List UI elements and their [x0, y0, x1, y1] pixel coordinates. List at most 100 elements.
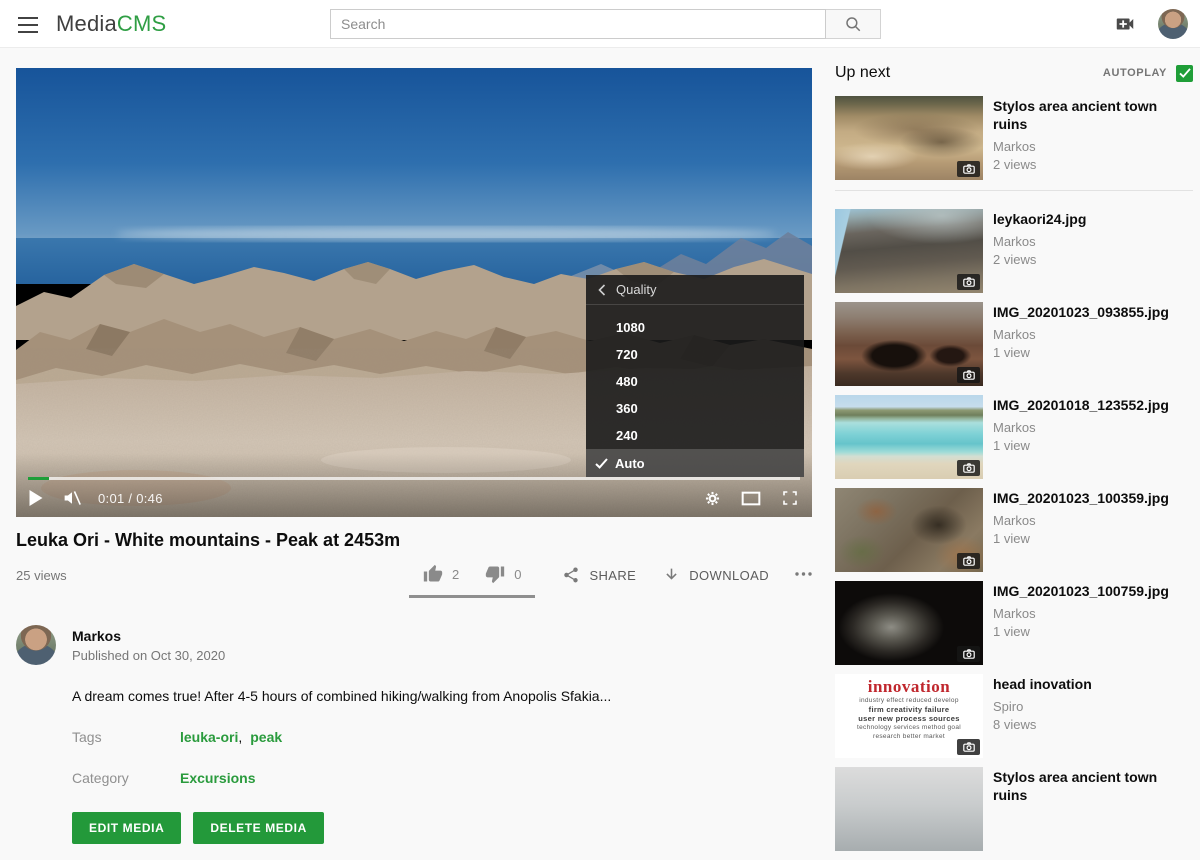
delete-media-button[interactable]: DELETE MEDIA — [193, 812, 324, 844]
download-button[interactable]: DOWNLOAD — [663, 564, 769, 584]
theater-mode-icon — [741, 491, 761, 506]
tags-values: leuka-ori, peak — [180, 729, 282, 745]
share-button[interactable]: SHARE — [562, 564, 636, 584]
search-icon — [844, 15, 862, 33]
volume-muted-icon — [62, 489, 82, 507]
top-bar: MediaCMS — [0, 0, 1200, 48]
controls-right — [705, 490, 798, 506]
fullscreen-button[interactable] — [782, 490, 798, 506]
photo-badge — [957, 460, 980, 476]
view-count: 25 views — [16, 564, 67, 583]
dislike-button[interactable]: 0 — [485, 564, 521, 584]
photo-badge — [957, 739, 980, 755]
item-views: 2 views — [993, 157, 1183, 172]
search-input[interactable] — [330, 9, 826, 39]
up-next-item[interactable]: IMG_20201023_100359.jpg Markos 1 view — [835, 488, 1193, 572]
menu-icon[interactable] — [16, 12, 40, 36]
tags-label: Tags — [72, 729, 180, 745]
category-row: Category Excursions — [72, 770, 812, 786]
share-icon — [562, 566, 580, 584]
info-row: 25 views 2 0 — [16, 564, 812, 598]
up-next-item[interactable]: Stylos area ancient town ruins Markos 2 … — [835, 96, 1193, 180]
up-next-item[interactable]: IMG_20201023_100759.jpg Markos 1 view — [835, 581, 1193, 665]
divider — [835, 190, 1193, 191]
up-next-item[interactable]: IMG_20201018_123552.jpg Markos 1 view — [835, 395, 1193, 479]
photo-badge — [957, 274, 980, 290]
tag-link-leuka-ori[interactable]: leuka-ori — [180, 729, 238, 745]
up-next-item[interactable]: Stylos area ancient town ruins — [835, 767, 1193, 851]
up-next-item[interactable]: IMG_20201023_093855.jpg Markos 1 view — [835, 302, 1193, 386]
gear-icon — [705, 491, 720, 506]
publish-date: Published on Oct 30, 2020 — [72, 648, 225, 663]
time-display: 0:01 / 0:46 — [98, 491, 163, 506]
item-title: Stylos area ancient town ruins — [993, 768, 1183, 804]
autoplay-checkbox[interactable] — [1176, 65, 1193, 82]
quality-option-360[interactable]: 360 — [586, 395, 804, 422]
search-bar — [330, 9, 881, 39]
quality-option-720[interactable]: 720 — [586, 341, 804, 368]
item-views: 1 view — [993, 624, 1169, 639]
item-thumbnail — [835, 209, 983, 293]
item-author: Markos — [993, 420, 1169, 435]
autoplay-control: AUTOPLAY — [1103, 65, 1193, 82]
author-name[interactable]: Markos — [72, 628, 225, 644]
author-avatar[interactable] — [16, 625, 56, 665]
item-title: leykaori24.jpg — [993, 210, 1086, 228]
progress-played — [28, 477, 49, 480]
photo-badge — [957, 553, 980, 569]
like-button[interactable]: 2 — [423, 564, 459, 584]
user-avatar[interactable] — [1158, 9, 1188, 39]
search-button[interactable] — [826, 9, 881, 39]
settings-button[interactable] — [705, 491, 720, 506]
item-title: Stylos area ancient town ruins — [993, 97, 1183, 133]
play-icon — [28, 490, 43, 506]
mute-button[interactable] — [62, 489, 82, 507]
quality-option-480[interactable]: 480 — [586, 368, 804, 395]
up-next-item[interactable]: leykaori24.jpg Markos 2 views — [835, 209, 1193, 293]
item-thumbnail — [835, 96, 983, 180]
dislike-count: 0 — [514, 567, 521, 582]
theater-mode-button[interactable] — [741, 491, 761, 506]
item-title: IMG_20201023_100759.jpg — [993, 582, 1169, 600]
logo-media: Media — [56, 11, 117, 36]
check-icon — [595, 458, 608, 469]
item-author: Markos — [993, 327, 1169, 342]
wordcloud-main-word: innovation — [835, 678, 983, 696]
video-player[interactable]: Quality 1080 720 480 360 240 Auto — [16, 68, 812, 517]
logo[interactable]: MediaCMS — [56, 0, 166, 47]
category-label: Category — [72, 770, 180, 786]
media-actions: EDIT MEDIA DELETE MEDIA — [72, 812, 812, 844]
edit-media-button[interactable]: EDIT MEDIA — [72, 812, 181, 844]
item-author: Markos — [993, 234, 1086, 249]
item-author: Markos — [993, 139, 1183, 154]
photo-badge — [957, 646, 980, 662]
item-thumbnail — [835, 302, 983, 386]
quality-menu-title: Quality — [616, 282, 656, 297]
tag-link-peak[interactable]: peak — [250, 729, 282, 745]
up-next-item[interactable]: innovation industry effect reduced devel… — [835, 674, 1193, 758]
tag-separator: , — [238, 729, 242, 745]
upload-media-button[interactable] — [1112, 12, 1138, 36]
item-thumbnail: innovation industry effect reduced devel… — [835, 674, 983, 758]
download-icon — [663, 566, 680, 584]
more-options-button[interactable] — [795, 564, 812, 576]
item-title: IMG_20201023_100359.jpg — [993, 489, 1169, 507]
item-author: Spiro — [993, 699, 1092, 714]
video-progress-bar[interactable] — [28, 477, 800, 480]
play-button[interactable] — [28, 490, 43, 506]
share-label: SHARE — [589, 568, 636, 583]
video-call-icon — [1112, 13, 1138, 35]
quality-option-auto[interactable]: Auto — [586, 449, 804, 477]
quality-menu: Quality 1080 720 480 360 240 Auto — [586, 275, 804, 477]
download-label: DOWNLOAD — [689, 568, 769, 583]
quality-option-1080[interactable]: 1080 — [586, 314, 804, 341]
ellipsis-icon — [795, 572, 812, 576]
video-controls: 0:01 / 0:46 — [28, 484, 798, 512]
quality-menu-back[interactable]: Quality — [586, 275, 804, 305]
tags-row: Tags leuka-ori, peak — [72, 729, 812, 745]
media-title: Leuka Ori - White mountains - Peak at 24… — [16, 530, 812, 551]
main-column: Quality 1080 720 480 360 240 Auto — [16, 68, 812, 844]
item-thumbnail — [835, 395, 983, 479]
category-link[interactable]: Excursions — [180, 770, 255, 786]
quality-option-240[interactable]: 240 — [586, 422, 804, 449]
